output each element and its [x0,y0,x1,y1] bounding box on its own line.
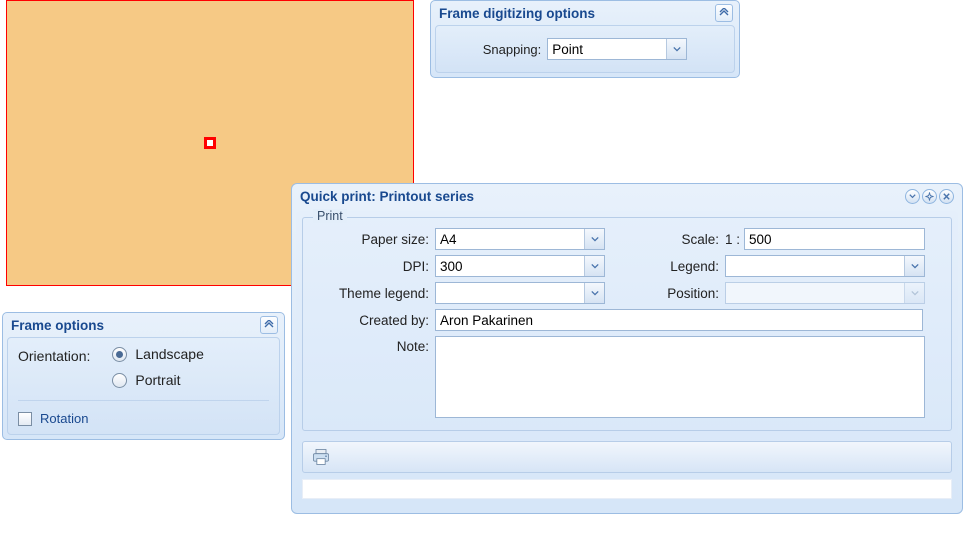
print-fieldset: Print Paper size: Scale: 1 : DPI: [302,217,952,431]
snapping-combo[interactable] [547,38,687,60]
quickprint-toolbar [302,441,952,473]
created-by-label: Created by: [315,313,435,328]
orientation-portrait-label: Portrait [135,372,180,388]
orientation-label: Orientation: [18,346,90,364]
chevron-down-icon[interactable] [666,39,686,59]
snapping-input[interactable] [548,39,666,59]
center-marker-icon [204,137,216,149]
orientation-landscape-option[interactable]: Landscape [112,346,204,362]
orientation-portrait-option[interactable]: Portrait [112,372,204,388]
legend-input[interactable] [726,256,904,276]
note-label: Note: [315,336,435,354]
chevron-down-icon [904,283,924,303]
collapse-button[interactable] [715,4,733,22]
collapse-button[interactable] [260,316,278,334]
position-input [726,283,904,303]
rotation-checkbox[interactable] [18,412,32,426]
minimize-button[interactable] [905,189,920,204]
paper-size-label: Paper size: [315,232,435,247]
theme-legend-combo[interactable] [435,282,605,304]
paper-size-combo[interactable] [435,228,605,250]
close-button[interactable] [939,189,954,204]
scale-prefix: 1 : [725,232,740,247]
created-by-input[interactable] [435,309,923,331]
scale-input[interactable] [744,228,925,250]
paper-size-input[interactable] [436,229,584,249]
radio-icon[interactable] [112,347,127,362]
frame-options-panel: Frame options Orientation: Landscape Por… [2,312,285,440]
quickprint-panel: Quick print: Printout series Print Paper… [291,183,963,514]
radio-icon[interactable] [112,373,127,388]
frame-digitizing-panel: Frame digitizing options Snapping: [430,0,740,78]
dpi-input[interactable] [436,256,584,276]
print-legend: Print [313,209,347,223]
dpi-label: DPI: [315,259,435,274]
position-label: Position: [645,286,725,301]
position-combo [725,282,925,304]
frame-digitizing-title: Frame digitizing options [439,6,595,21]
snapping-label: Snapping: [483,42,542,57]
rotation-label: Rotation [40,411,88,426]
chevron-down-icon[interactable] [584,283,604,303]
frame-options-title: Frame options [11,318,104,333]
frame-options-header: Frame options [3,313,284,337]
chevron-down-icon[interactable] [584,256,604,276]
orientation-landscape-label: Landscape [135,346,204,362]
theme-legend-input[interactable] [436,283,584,303]
chevron-down-icon[interactable] [584,229,604,249]
dpi-combo[interactable] [435,255,605,277]
pin-button[interactable] [922,189,937,204]
frame-digitizing-header: Frame digitizing options [431,1,739,25]
quickprint-title: Quick print: Printout series [300,189,474,204]
legend-label: Legend: [645,259,725,274]
quickprint-header: Quick print: Printout series [292,184,962,209]
chevron-down-icon[interactable] [904,256,924,276]
theme-legend-label: Theme legend: [315,286,435,301]
status-bar [302,479,952,499]
printer-icon[interactable] [311,447,331,467]
note-textarea[interactable] [435,336,925,418]
scale-label: Scale: [645,232,725,247]
legend-combo[interactable] [725,255,925,277]
